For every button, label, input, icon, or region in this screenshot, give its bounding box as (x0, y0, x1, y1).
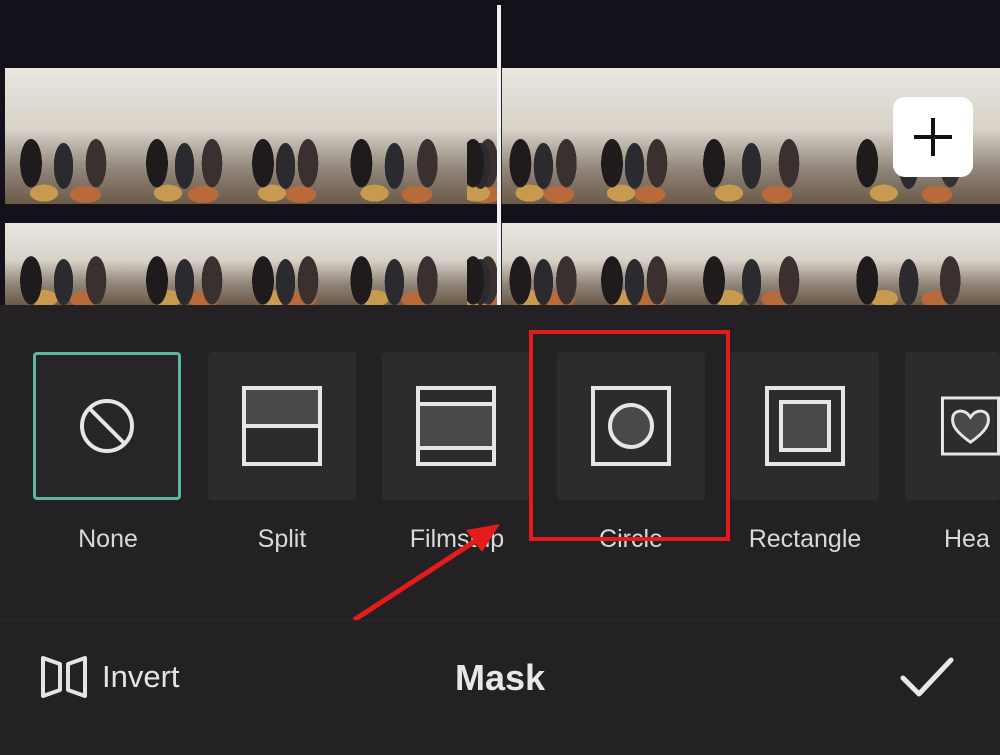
video-timeline[interactable] (0, 0, 1000, 305)
invert-button[interactable]: Invert (40, 655, 180, 699)
split-mask-icon (242, 386, 322, 466)
video-frame-thumbnail (245, 68, 336, 204)
checkmark-icon (900, 657, 954, 697)
mask-option-filmstrip[interactable] (382, 352, 530, 500)
mask-option-label: None (78, 525, 138, 553)
plus-icon (914, 118, 952, 156)
video-frame-thumbnail (467, 223, 498, 305)
invert-label: Invert (102, 659, 180, 694)
mask-option-split[interactable] (208, 352, 356, 500)
mask-option-heart[interactable] (905, 352, 1000, 500)
video-frame-thumbnail (5, 68, 136, 204)
none-mask-icon (80, 399, 134, 453)
video-frame-thumbnail (502, 223, 595, 305)
video-frame-thumbnail (5, 223, 136, 305)
heart-mask-icon (941, 396, 1000, 456)
video-frame-thumbnail (594, 68, 685, 204)
add-clip-button[interactable] (893, 97, 973, 177)
invert-icon (41, 656, 87, 698)
annotation-arrow-icon (352, 524, 500, 623)
video-frame-thumbnail (594, 223, 685, 305)
video-track-overlay[interactable] (5, 223, 1000, 305)
mask-option-label: Rectangle (748, 525, 862, 553)
video-frame-thumbnail (335, 223, 468, 305)
video-frame-thumbnail (135, 68, 246, 204)
playhead[interactable] (497, 5, 501, 305)
video-frame-thumbnail (335, 68, 468, 204)
video-frame-thumbnail (684, 68, 835, 204)
annotation-highlight-box (529, 330, 730, 541)
video-frame-thumbnail (834, 223, 1000, 305)
video-track-main[interactable] (5, 68, 1000, 204)
mask-option-none[interactable] (33, 352, 181, 500)
confirm-button[interactable] (895, 650, 959, 706)
video-frame-thumbnail (502, 68, 595, 204)
panel-title: Mask (454, 657, 546, 698)
mask-option-rectangle[interactable] (731, 352, 879, 500)
mask-option-label: Hea (944, 525, 990, 553)
rectangle-mask-icon (765, 386, 845, 466)
video-frame-thumbnail (245, 223, 336, 305)
video-frame-thumbnail (684, 223, 835, 305)
video-frame-thumbnail (135, 223, 246, 305)
mask-option-label: Split (257, 525, 307, 553)
video-frame-thumbnail (467, 68, 498, 204)
filmstrip-mask-icon (416, 386, 496, 466)
